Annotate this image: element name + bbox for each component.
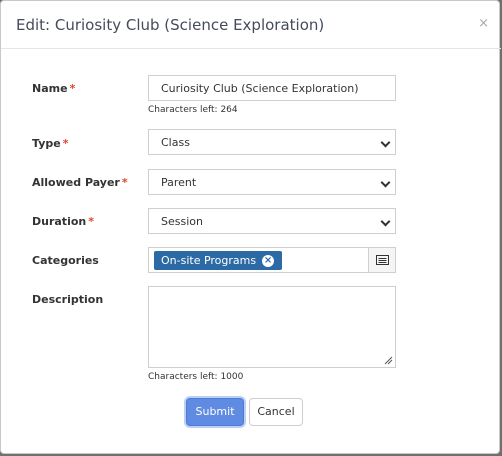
type-select[interactable]: Class bbox=[148, 129, 396, 155]
resize-handle-icon[interactable] bbox=[384, 356, 393, 365]
description-textarea[interactable] bbox=[148, 286, 396, 368]
chevron-down-icon bbox=[380, 177, 391, 188]
allowed-payer-select[interactable]: Parent bbox=[148, 169, 396, 195]
close-icon[interactable]: × bbox=[478, 16, 489, 31]
dialog-title: Edit: Curiosity Club (Science Exploratio… bbox=[16, 16, 325, 34]
name-characters-left: Characters left: 264 bbox=[148, 105, 238, 115]
categories-label: Categories bbox=[32, 254, 99, 267]
description-characters-left: Characters left: 1000 bbox=[148, 372, 244, 382]
type-label: Type * bbox=[32, 137, 68, 150]
name-label-text: Name bbox=[32, 82, 68, 95]
chevron-down-icon bbox=[380, 216, 391, 227]
submit-button[interactable]: Submit bbox=[186, 398, 244, 426]
name-label: Name * bbox=[32, 82, 75, 95]
required-marker: * bbox=[69, 82, 76, 95]
category-picker-button[interactable] bbox=[368, 248, 395, 272]
description-label: Description bbox=[32, 293, 104, 306]
chevron-down-icon bbox=[380, 137, 391, 148]
edit-dialog: Edit: Curiosity Club (Science Exploratio… bbox=[0, 0, 501, 454]
name-input-value: Curiosity Club (Science Exploration) bbox=[161, 82, 359, 95]
list-picker-icon bbox=[376, 255, 389, 265]
type-select-value: Class bbox=[161, 136, 190, 149]
required-marker: * bbox=[88, 215, 94, 228]
allowed-payer-select-value: Parent bbox=[161, 176, 197, 189]
duration-label-text: Duration bbox=[32, 215, 87, 228]
allowed-payer-label-text: Allowed Payer bbox=[32, 176, 120, 189]
category-tag: On-site Programs × bbox=[154, 251, 283, 270]
required-marker: * bbox=[62, 137, 69, 150]
dialog-header: Edit: Curiosity Club (Science Exploratio… bbox=[1, 1, 501, 49]
duration-label: Duration * bbox=[32, 215, 94, 228]
category-tag-label: On-site Programs bbox=[161, 254, 257, 267]
categories-multiselect[interactable]: On-site Programs × bbox=[148, 247, 396, 273]
cancel-button[interactable]: Cancel bbox=[249, 398, 303, 426]
remove-tag-icon[interactable]: × bbox=[262, 254, 275, 267]
type-label-text: Type bbox=[32, 137, 61, 150]
duration-select-value: Session bbox=[161, 215, 203, 228]
allowed-payer-label: Allowed Payer * bbox=[32, 176, 128, 189]
duration-select[interactable]: Session bbox=[148, 208, 396, 234]
required-marker: * bbox=[121, 176, 128, 189]
name-input[interactable]: Curiosity Club (Science Exploration) bbox=[148, 75, 396, 101]
